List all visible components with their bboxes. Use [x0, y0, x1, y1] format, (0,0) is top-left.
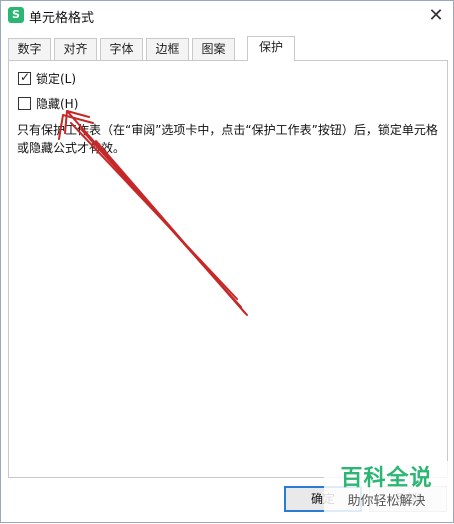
tab-font[interactable]: 字体 — [100, 38, 143, 60]
hidden-option[interactable]: 隐藏(H) — [18, 95, 78, 111]
protection-panel: ✓ 锁定(L) 隐藏(H) 只有保护工作表（在“审阅”选项卡中，点击“保护工作表… — [8, 60, 448, 478]
watermark-subtitle: 助你轻松解决 — [347, 494, 426, 509]
tab-number[interactable]: 数字 — [8, 38, 51, 60]
format-cells-dialog: S 单元格格式 ✕ 数字 对齐 字体 边框 图案 保护 ✓ 锁定(L) 隐藏(H… — [0, 0, 454, 523]
dialog-title: 单元格格式 — [29, 11, 95, 26]
protection-description: 只有保护工作表（在“审阅”选项卡中，点击“保护工作表”按钮）后，锁定单元格或隐藏… — [17, 123, 438, 155]
title-bar: S 单元格格式 ✕ — [1, 1, 453, 31]
watermark-title: 百科全说 — [340, 466, 433, 491]
check-mark-icon: ✓ — [20, 69, 31, 84]
tab-alignment[interactable]: 对齐 — [54, 38, 97, 60]
hidden-checkbox[interactable] — [18, 96, 31, 110]
tab-border[interactable]: 边框 — [146, 38, 189, 60]
wps-app-icon: S — [8, 7, 24, 23]
tab-pattern[interactable]: 图案 — [192, 38, 235, 60]
hidden-label: 隐藏(H) — [36, 96, 79, 111]
site-watermark: 百科全说 助你轻松解决 — [324, 461, 449, 521]
tab-strip: 数字 对齐 字体 边框 图案 保护 — [8, 36, 448, 61]
tab-protection[interactable]: 保护 — [247, 36, 295, 61]
locked-checkbox[interactable]: ✓ — [18, 69, 31, 85]
locked-option[interactable]: ✓ 锁定(L) — [18, 70, 76, 86]
locked-label: 锁定(L) — [36, 71, 77, 86]
close-icon[interactable]: ✕ — [425, 5, 447, 27]
